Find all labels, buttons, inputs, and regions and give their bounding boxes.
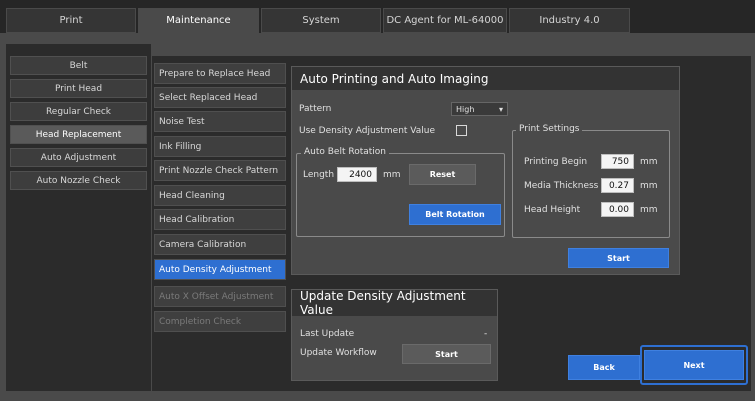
left-item-auto-adjustment[interactable]: Auto Adjustment bbox=[10, 148, 147, 167]
print-settings-legend: Print Settings bbox=[516, 124, 583, 134]
auto-printing-title: Auto Printing and Auto Imaging bbox=[292, 67, 679, 90]
sub-item-select-replaced-head[interactable]: Select Replaced Head bbox=[154, 87, 286, 108]
sub-item-completion-check: Completion Check bbox=[154, 311, 286, 332]
head-height-label: Head Height bbox=[524, 205, 581, 215]
head-height-unit: mm bbox=[640, 205, 658, 215]
pattern-label: Pattern bbox=[299, 104, 332, 114]
left-item-regular-check[interactable]: Regular Check bbox=[10, 102, 147, 121]
update-workflow-label: Update Workflow bbox=[300, 348, 377, 358]
sub-item-camera-calibration[interactable]: Camera Calibration bbox=[154, 234, 286, 255]
tab-maintenance[interactable]: Maintenance bbox=[138, 8, 259, 33]
last-update-label: Last Update bbox=[300, 329, 355, 339]
head-height-input[interactable]: 0.00 bbox=[601, 202, 634, 217]
pattern-value: High bbox=[456, 104, 475, 114]
left-item-belt[interactable]: Belt bbox=[10, 56, 147, 75]
media-thickness-label: Media Thickness bbox=[524, 181, 599, 191]
left-item-auto-nozzle-check[interactable]: Auto Nozzle Check bbox=[10, 171, 147, 190]
tab-industry-4[interactable]: Industry 4.0 bbox=[509, 8, 630, 33]
sub-item-auto-x-offset: Auto X Offset Adjustment bbox=[154, 286, 286, 307]
sub-item-head-calibration[interactable]: Head Calibration bbox=[154, 209, 286, 230]
length-input[interactable]: 2400 bbox=[337, 167, 377, 182]
back-button[interactable]: Back bbox=[568, 355, 640, 380]
sub-item-noise-test[interactable]: Noise Test bbox=[154, 111, 286, 132]
printing-begin-label: Printing Begin bbox=[524, 157, 588, 167]
belt-rotation-legend: Auto Belt Rotation bbox=[301, 147, 389, 157]
sub-item-head-cleaning[interactable]: Head Cleaning bbox=[154, 185, 286, 206]
pattern-select[interactable]: High ▾ bbox=[451, 102, 508, 116]
last-update-value: - bbox=[484, 329, 488, 339]
update-workflow-start-button[interactable]: Start bbox=[402, 344, 491, 364]
left-item-print-head[interactable]: Print Head bbox=[10, 79, 147, 98]
length-label: Length bbox=[303, 170, 335, 180]
sub-item-auto-density-adjustment[interactable]: Auto Density Adjustment bbox=[154, 259, 286, 280]
auto-print-start-button[interactable]: Start bbox=[568, 248, 669, 268]
media-thickness-unit: mm bbox=[640, 181, 658, 191]
update-density-title: Update Density Adjustment Value bbox=[292, 289, 497, 317]
printing-begin-input[interactable]: 750 bbox=[601, 154, 634, 169]
use-density-checkbox[interactable] bbox=[456, 125, 467, 136]
sub-item-ink-filling[interactable]: Ink Filling bbox=[154, 136, 286, 157]
sub-item-print-nozzle-check[interactable]: Print Nozzle Check Pattern bbox=[154, 160, 286, 181]
tab-dc-agent[interactable]: DC Agent for ML-64000 bbox=[383, 8, 507, 33]
tab-system[interactable]: System bbox=[261, 8, 381, 33]
belt-rotation-button[interactable]: Belt Rotation bbox=[409, 204, 501, 225]
sub-item-prepare-replace-head[interactable]: Prepare to Replace Head bbox=[154, 63, 286, 84]
printing-begin-unit: mm bbox=[640, 157, 658, 167]
next-button[interactable]: Next bbox=[644, 350, 744, 380]
length-unit: mm bbox=[383, 170, 401, 180]
chevron-down-icon: ▾ bbox=[498, 104, 503, 114]
media-thickness-input[interactable]: 0.27 bbox=[601, 178, 634, 193]
left-item-head-replacement[interactable]: Head Replacement bbox=[10, 125, 147, 144]
reset-button[interactable]: Reset bbox=[409, 164, 476, 185]
tab-print[interactable]: Print bbox=[6, 8, 136, 33]
use-density-label: Use Density Adjustment Value bbox=[299, 126, 435, 136]
